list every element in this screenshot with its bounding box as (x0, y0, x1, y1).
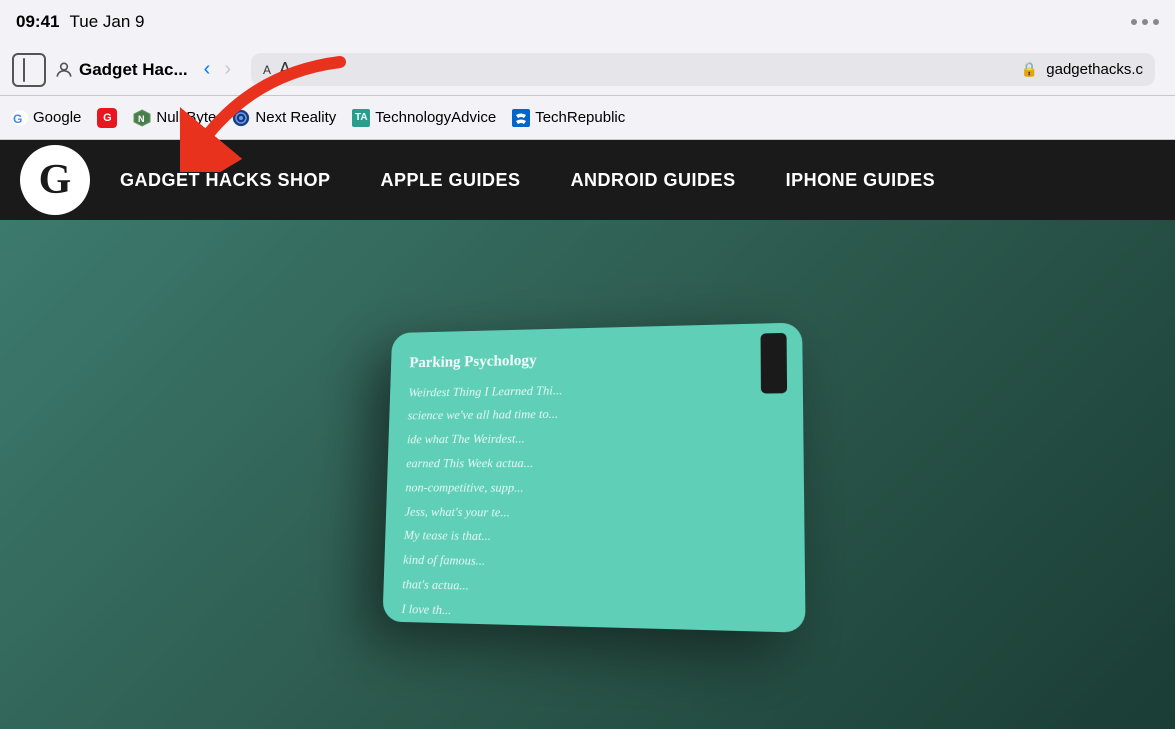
google-favicon-icon: G (12, 110, 28, 126)
screen-line-1: Parking Psychology (409, 342, 782, 374)
three-dots-menu[interactable] (1131, 19, 1159, 25)
bookmark-google-label: Google (33, 109, 81, 126)
person-icon (54, 60, 74, 80)
site-logo-letter: G (39, 156, 72, 204)
phone-screen-content: Parking Psychology Weirdest Thing I Lear… (382, 322, 805, 632)
bookmark-technology-advice[interactable]: TA TechnologyAdvice (352, 109, 496, 127)
dot-3 (1153, 19, 1159, 25)
screen-line-4: ide what The Weirdest... (406, 427, 782, 450)
address-bar[interactable]: A A 🔒 gadgethacks.c (251, 53, 1155, 86)
null-byte-favicon-icon: N (133, 109, 151, 127)
bookmark-null-byte[interactable]: N Null Byte (133, 109, 216, 127)
forward-button[interactable]: › (220, 58, 235, 81)
nav-link-apple[interactable]: APPLE GUIDES (381, 170, 521, 191)
bookmark-null-byte-label: Null Byte (156, 109, 216, 126)
status-bar: 09:41 Tue Jan 9 (0, 0, 1175, 44)
browser-toolbar: Gadget Hac... ‹ › A A 🔒 gadgethacks.c (0, 44, 1175, 96)
status-date: Tue Jan 9 (69, 12, 144, 32)
nav-link-iphone[interactable]: IPHONE GUIDES (786, 170, 936, 191)
phone-image: Parking Psychology Weirdest Thing I Lear… (0, 220, 1175, 729)
screen-line-6: non-competitive, supp... (405, 477, 783, 499)
screen-line-5: earned This Week actua... (405, 452, 782, 473)
svg-text:G: G (13, 112, 22, 126)
screen-line-2: Weirdest Thing I Learned Thi... (408, 376, 782, 402)
dot-2 (1142, 19, 1148, 25)
svg-text:N: N (138, 114, 145, 124)
sidebar-divider (23, 58, 25, 82)
nav-arrows: ‹ › (200, 58, 235, 81)
screen-line-10: that's actua... (402, 574, 784, 603)
gadget-hacks-favicon-icon: G (97, 108, 117, 128)
site-logo[interactable]: G (20, 145, 90, 215)
phone-notch (760, 332, 787, 393)
bookmarks-bar: G Google G N Null Byte Next Reality TA T… (0, 96, 1175, 140)
bookmark-technology-advice-label: TechnologyAdvice (375, 109, 496, 126)
tech-republic-favicon-icon (512, 109, 530, 127)
phone-screen: Parking Psychology Weirdest Thing I Lear… (382, 322, 805, 632)
bookmark-next-reality[interactable]: Next Reality (232, 109, 336, 127)
status-time: 09:41 (16, 12, 59, 32)
screen-line-7: Jess, what's your te... (404, 501, 783, 524)
sidebar-toggle-button[interactable] (12, 53, 46, 87)
screen-line-3: science we've all had time to... (407, 401, 782, 425)
status-left: 09:41 Tue Jan 9 (16, 12, 144, 32)
hero-area: Parking Psychology Weirdest Thing I Lear… (0, 220, 1175, 729)
nav-links: GADGET HACKS SHOP APPLE GUIDES ANDROID G… (120, 170, 935, 191)
status-right (1131, 19, 1159, 25)
screen-line-11: I love th... (401, 598, 784, 629)
bookmark-next-reality-label: Next Reality (255, 109, 336, 126)
url-text: gadgethacks.c (1046, 61, 1143, 78)
site-title-text: Gadget Hac... (79, 60, 188, 80)
nav-link-shop[interactable]: GADGET HACKS SHOP (120, 170, 331, 191)
account-button[interactable]: Gadget Hac... (54, 60, 188, 80)
bookmark-gadget-hacks[interactable]: G (97, 108, 117, 128)
screen-line-8: My tease is that... (403, 525, 783, 550)
font-size-small-label: A (263, 63, 271, 77)
nav-link-android[interactable]: ANDROID GUIDES (571, 170, 736, 191)
site-navbar: G GADGET HACKS SHOP APPLE GUIDES ANDROID… (0, 140, 1175, 220)
back-button[interactable]: ‹ (200, 58, 215, 81)
font-size-large-label: A (279, 59, 291, 80)
lock-icon: 🔒 (1021, 61, 1038, 78)
next-reality-favicon-icon (232, 109, 250, 127)
screen-line-9: kind of famous... (402, 550, 783, 577)
technology-advice-favicon-icon: TA (352, 109, 370, 127)
dot-1 (1131, 19, 1137, 25)
bookmark-tech-republic-label: TechRepublic (535, 109, 625, 126)
bookmark-google[interactable]: G Google (12, 109, 81, 126)
bookmark-tech-republic[interactable]: TechRepublic (512, 109, 625, 127)
